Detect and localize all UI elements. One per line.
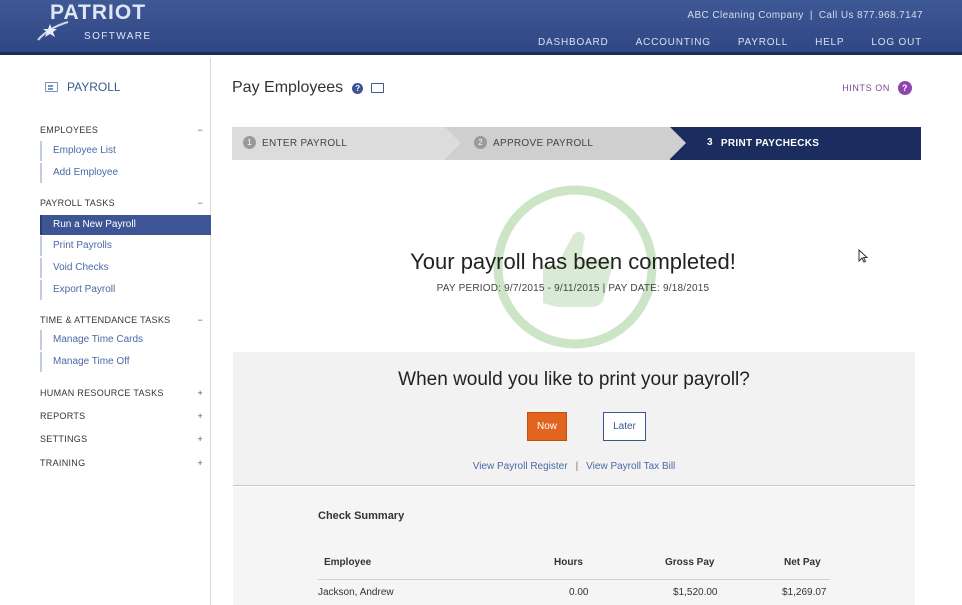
check-summary-panel: Check Summary Employee Hours Gross Pay N…: [233, 487, 915, 605]
expand-icon[interactable]: +: [197, 434, 203, 444]
cell-net-pay: $1,269.07: [782, 587, 827, 598]
step-label: APPROVE PAYROLL: [493, 138, 594, 149]
section-label: SETTINGS: [40, 434, 88, 444]
nav-log-out[interactable]: LOG OUT: [871, 37, 922, 48]
account-info: ABC Cleaning Company | Call Us 877.968.714…: [687, 10, 923, 21]
print-question: When would you like to print your payrol…: [398, 369, 750, 390]
section-label: TIME & ATTENDANCE TASKS: [40, 315, 171, 325]
payroll-steps: 1 ENTER PAYROLL 2 APPROVE PAYROLL 3 PRINT P…: [232, 127, 921, 160]
section-time-attendance-tasks[interactable]: TIME & ATTENDANCE TASKS −: [40, 315, 203, 325]
nav-help[interactable]: HELP: [815, 37, 844, 48]
hints-label: HINTS ON: [842, 83, 890, 93]
page-title: Pay Employees: [232, 79, 344, 96]
print-now-button[interactable]: Now: [527, 412, 567, 441]
section-label: PAYROLL TASKS: [40, 198, 115, 208]
step-label: PRINT PAYCHECKS: [720, 138, 820, 149]
step-approve-payroll: 2 APPROVE PAYROLL: [445, 127, 686, 160]
section-settings[interactable]: SETTINGS +: [40, 434, 203, 444]
step-number: 3: [707, 137, 713, 148]
nav-dashboard[interactable]: DASHBOARD: [538, 37, 609, 48]
page-title-row: Pay Employees ?: [232, 79, 385, 97]
sidebar-item-void-checks[interactable]: Void Checks: [40, 258, 211, 278]
section-payroll-tasks[interactable]: PAYROLL TASKS −: [40, 198, 203, 208]
step-number: 2: [474, 136, 487, 149]
info-separator: |: [809, 10, 813, 21]
section-training[interactable]: TRAINING +: [40, 458, 203, 468]
sidebar-item-manage-time-off[interactable]: Manage Time Off: [40, 352, 211, 372]
collapse-icon[interactable]: −: [197, 125, 203, 135]
sidebar-title: PAYROLL: [67, 80, 121, 94]
expand-icon[interactable]: +: [197, 458, 203, 468]
view-payroll-register-link[interactable]: View Payroll Register: [473, 461, 568, 472]
print-later-button[interactable]: Later: [603, 412, 646, 441]
cell-hours: 0.00: [569, 587, 589, 598]
sidebar-item-manage-time-cards[interactable]: Manage Time Cards: [40, 330, 211, 350]
cell-employee: Jackson, Andrew: [318, 587, 394, 598]
section-reports[interactable]: REPORTS +: [40, 411, 203, 421]
sidebar-item-add-employee[interactable]: Add Employee: [40, 163, 211, 183]
patriot-logo[interactable]: PATRIOT SOFTWARE: [36, 1, 166, 50]
step-print-paychecks: 3 PRINT PAYCHECKS: [670, 127, 921, 160]
table-header-divider: [318, 579, 830, 580]
payroll-links: View Payroll Register | View Payroll Tax B…: [233, 461, 915, 472]
step-enter-payroll: 1 ENTER PAYROLL: [232, 127, 461, 160]
hints-toggle[interactable]: HINTS ON ?: [842, 81, 912, 95]
logo-title: PATRIOT: [50, 1, 147, 24]
column-header-employee: Employee: [324, 557, 372, 568]
top-nav: DASHBOARD ACCOUNTING PAYROLL HELP LOG OU…: [511, 37, 922, 48]
company-name: ABC Cleaning Company: [687, 10, 804, 21]
section-employees[interactable]: EMPLOYEES −: [40, 125, 203, 135]
section-label: HUMAN RESOURCE TASKS: [40, 388, 164, 398]
sidebar-item-run-new-payroll[interactable]: Run a New Payroll: [40, 215, 211, 235]
section-label: TRAINING: [40, 458, 86, 468]
completion-headline: Your payroll has been completed!: [410, 249, 736, 274]
print-options-panel: When would you like to print your payrol…: [233, 352, 915, 486]
collapse-icon[interactable]: −: [197, 315, 203, 325]
info-icon[interactable]: ?: [352, 82, 364, 94]
pay-period-info: PAY PERIOD: 9/7/2015 - 9/11/2015 | PAY D…: [436, 283, 710, 294]
expand-icon[interactable]: +: [197, 388, 203, 398]
collapse-icon[interactable]: −: [197, 198, 203, 208]
mouse-cursor-icon: [858, 249, 868, 263]
link-separator: |: [575, 461, 579, 472]
video-tutorial-icon[interactable]: [371, 83, 385, 93]
view-payroll-tax-bill-link[interactable]: View Payroll Tax Bill: [586, 461, 675, 472]
check-summary-title: Check Summary: [318, 510, 405, 522]
column-header-hours: Hours: [554, 557, 583, 568]
expand-icon[interactable]: +: [197, 411, 203, 421]
question-icon[interactable]: ?: [898, 81, 912, 95]
cell-gross-pay: $1,520.00: [673, 587, 718, 598]
sidebar-item-print-payrolls[interactable]: Print Payrolls: [40, 236, 211, 256]
phone-number: Call Us 877.968.7147: [818, 10, 923, 21]
top-header-bar: PATRIOT SOFTWARE ABC Cleaning Company | Ca…: [0, 0, 962, 55]
nav-accounting[interactable]: ACCOUNTING: [636, 37, 711, 48]
section-label: EMPLOYEES: [40, 125, 99, 135]
step-number: 1: [243, 136, 256, 149]
section-label: REPORTS: [40, 411, 86, 421]
sidebar-item-employee-list[interactable]: Employee List: [40, 141, 211, 161]
nav-payroll[interactable]: PAYROLL: [738, 37, 788, 48]
payroll-icon: [45, 82, 58, 92]
section-human-resource-tasks[interactable]: HUMAN RESOURCE TASKS +: [40, 388, 203, 398]
logo-subtitle: SOFTWARE: [84, 31, 152, 42]
column-header-net-pay: Net Pay: [784, 557, 821, 568]
sidebar: PAYROLL EMPLOYEES − Employee List Add Em…: [0, 58, 211, 605]
step-label: ENTER PAYROLL: [262, 138, 348, 149]
sidebar-header: PAYROLL: [45, 80, 121, 94]
sidebar-item-export-payroll[interactable]: Export Payroll: [40, 280, 211, 300]
column-header-gross-pay: Gross Pay: [665, 557, 715, 568]
